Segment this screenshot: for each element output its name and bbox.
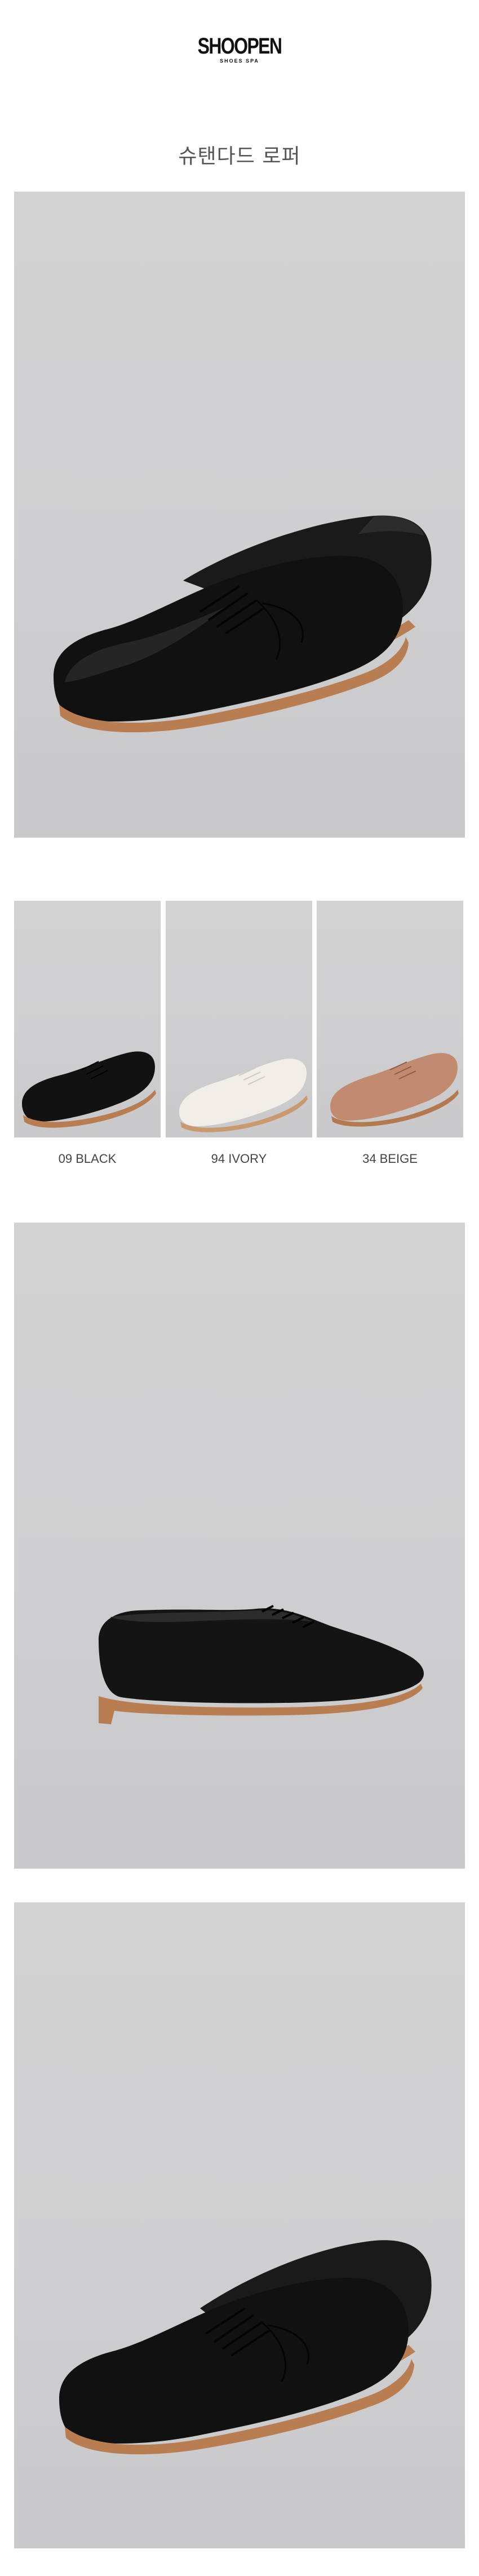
front-view-photo: [14, 1902, 465, 2548]
variant-photo-ivory[interactable]: [166, 901, 312, 1137]
side-view-photo: [14, 1223, 465, 1869]
black-loafer-image: [22, 1051, 156, 1128]
brand-logo: SHOOPEN SHOES SPA: [0, 35, 479, 64]
black-loafer-pair-image: [54, 515, 432, 733]
product-title: 슈탠다드 로퍼: [178, 145, 301, 168]
black-loafer-side-image: [99, 1605, 424, 1724]
brand-name: SHOOPEN: [197, 34, 282, 59]
black-loafer-pair-front-image: [59, 2240, 432, 2455]
variant-label-ivory: 94 IVORY: [211, 1152, 267, 1166]
variant-photo-black[interactable]: [14, 901, 161, 1137]
brand-tagline: SHOES SPA: [220, 58, 259, 64]
beige-loafer-image: [330, 1053, 459, 1127]
ivory-loafer-image: [179, 1059, 308, 1132]
variant-label-beige: 34 BEIGE: [362, 1152, 418, 1166]
variant-label-black: 09 BLACK: [58, 1152, 117, 1166]
hero-product-photo: [14, 192, 465, 838]
variant-photo-beige[interactable]: [317, 901, 463, 1137]
